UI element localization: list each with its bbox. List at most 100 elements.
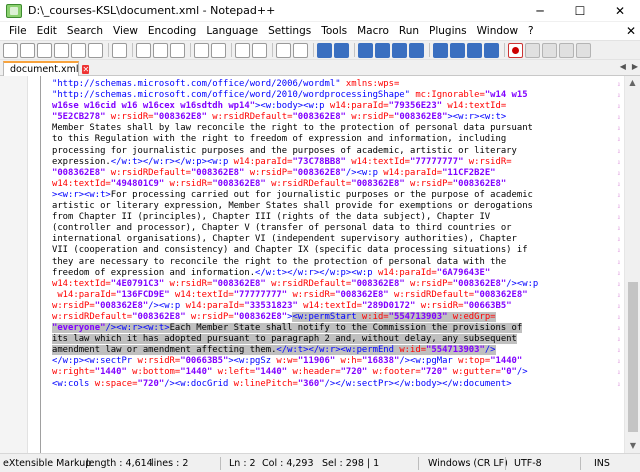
scrollbar-thumb[interactable] bbox=[628, 282, 638, 432]
tab-close-icon[interactable]: ✕ bbox=[82, 65, 90, 74]
close-all-icon[interactable] bbox=[88, 42, 103, 58]
code-line[interactable]: ><w:r><w:t>For processing carried out fo… bbox=[52, 190, 617, 201]
code-line[interactable]: expression.</w:t></w:r></w:p><w:p w14:pa… bbox=[52, 157, 617, 168]
folder-workspace-icon[interactable] bbox=[467, 42, 482, 58]
sync-h-icon[interactable] bbox=[334, 42, 349, 58]
paste-icon[interactable] bbox=[170, 42, 185, 58]
undo-icon[interactable] bbox=[194, 42, 209, 58]
code-line[interactable]: VII (cooperation and consistency) and Ch… bbox=[52, 245, 617, 256]
find-icon[interactable] bbox=[235, 42, 250, 58]
code-line[interactable]: "http://schemas.microsoft.com/office/wor… bbox=[52, 79, 617, 90]
code-token: w14:paraId= bbox=[180, 300, 245, 311]
sync-v-icon[interactable] bbox=[317, 42, 332, 58]
menu-view[interactable]: View bbox=[108, 22, 143, 40]
wrap-marker-icon: ⇩ bbox=[617, 358, 621, 366]
menu-help[interactable]: ? bbox=[523, 22, 539, 40]
open-file-icon[interactable] bbox=[20, 42, 35, 58]
code-line[interactable]: w:rsidP="008362E8"/><w:p w14:paraId="335… bbox=[52, 301, 617, 312]
code-line[interactable]: </w:p><w:sectPr w:rsidR="00663B5"><w:pgS… bbox=[52, 356, 617, 367]
code-line[interactable]: freedom of expression and information.</… bbox=[52, 268, 617, 279]
code-token: w:rsidR= bbox=[132, 356, 181, 367]
copy-icon[interactable] bbox=[153, 42, 168, 58]
vertical-scrollbar[interactable]: ▲ ▼ bbox=[624, 76, 640, 453]
wrap-icon[interactable] bbox=[358, 42, 373, 58]
code-line[interactable]: w14:textId="494801C9" w:rsidR="008362E8"… bbox=[52, 179, 617, 190]
menu-window[interactable]: Window bbox=[472, 22, 523, 40]
doc-map-icon[interactable] bbox=[433, 42, 448, 58]
indent-guide-icon[interactable] bbox=[392, 42, 407, 58]
menu-edit[interactable]: Edit bbox=[32, 22, 62, 40]
code-line[interactable]: "everyone"/><w:r><w:t>Each Member State … bbox=[52, 323, 617, 334]
close-icon[interactable] bbox=[71, 42, 86, 58]
save-icon[interactable] bbox=[37, 42, 52, 58]
function-list-icon[interactable] bbox=[450, 42, 465, 58]
cut-icon[interactable] bbox=[136, 42, 151, 58]
chevron-left-icon[interactable]: ◀ bbox=[620, 62, 626, 71]
redo-icon[interactable] bbox=[211, 42, 226, 58]
code-token: w14:textId= bbox=[442, 101, 507, 112]
code-line[interactable]: its law which it has adopted pursuant to… bbox=[52, 334, 617, 345]
toolbar-separator bbox=[190, 43, 191, 57]
minimize-button[interactable]: ─ bbox=[520, 0, 560, 22]
menu-language[interactable]: Language bbox=[201, 22, 263, 40]
play-macro-icon[interactable] bbox=[542, 42, 557, 58]
code-token: w14:paraId= bbox=[228, 156, 293, 167]
code-line[interactable]: w:right="1440" w:bottom="1440" w:left="1… bbox=[52, 367, 617, 378]
new-file-icon[interactable] bbox=[3, 42, 18, 58]
close-document-button[interactable]: ✕ bbox=[626, 22, 636, 40]
scroll-up-icon[interactable]: ▲ bbox=[625, 76, 640, 90]
code-line[interactable]: w:rsidRDefault="008362E8" w:rsidP="00836… bbox=[52, 311, 617, 323]
monitor-icon[interactable] bbox=[484, 42, 499, 58]
code-token: "008362E8" bbox=[153, 112, 207, 123]
all-chars-icon[interactable] bbox=[375, 42, 390, 58]
code-line[interactable]: w16se w16cid w16 w16cex w16sdtdh wp14"><… bbox=[52, 101, 617, 112]
save-all-icon[interactable] bbox=[54, 42, 69, 58]
code-line[interactable]: to this Regulation with the right to fre… bbox=[52, 134, 617, 145]
save-macro-icon[interactable] bbox=[576, 42, 591, 58]
play-multiple-icon[interactable] bbox=[559, 42, 574, 58]
menu-search[interactable]: Search bbox=[62, 22, 108, 40]
code-line[interactable]: "008362E8" w:rsidRDefault="008362E8" w:r… bbox=[52, 168, 617, 179]
stop-record-icon[interactable] bbox=[525, 42, 540, 58]
print-icon[interactable] bbox=[112, 42, 127, 58]
code-line[interactable]: from Chapter II (principles), Chapter II… bbox=[52, 212, 617, 223]
scroll-down-icon[interactable]: ▼ bbox=[625, 439, 640, 453]
menu-run[interactable]: Run bbox=[394, 22, 424, 40]
code-line[interactable]: artistic or literary expression, Member … bbox=[52, 201, 617, 212]
status-col: Col : 4,293 bbox=[262, 458, 314, 469]
code-line[interactable]: international organisations), Chapter VI… bbox=[52, 234, 617, 245]
code-line[interactable]: "http://schemas.microsoft.com/office/wor… bbox=[52, 90, 617, 101]
code-line[interactable]: processing for journalistic purposes and… bbox=[52, 146, 617, 157]
menu-file[interactable]: File bbox=[4, 22, 32, 40]
menu-plugins[interactable]: Plugins bbox=[424, 22, 472, 40]
code-text[interactable]: "http://schemas.microsoft.com/office/wor… bbox=[52, 79, 617, 390]
menu-encoding[interactable]: Encoding bbox=[143, 22, 201, 40]
code-line[interactable]: "5E2CB278" w:rsidR="008362E8" w:rsidRDef… bbox=[52, 112, 617, 123]
tab-document-xml[interactable]: document.xml ✕ bbox=[3, 61, 90, 76]
code-line[interactable]: amendment law or amendment affecting the… bbox=[52, 345, 617, 356]
code-line[interactable]: <w:cols w:space="720"/><w:docGrid w:line… bbox=[52, 379, 617, 390]
code-token: "1440" bbox=[255, 367, 288, 378]
wrap-marker-icon: ⇩ bbox=[617, 369, 621, 377]
code-line[interactable]: (controller and processor), Chapter V (t… bbox=[52, 223, 617, 234]
code-line[interactable]: Member States shall by law reconcile the… bbox=[52, 123, 617, 134]
close-window-button[interactable]: ✕ bbox=[600, 0, 640, 22]
code-line[interactable]: they are necessary to reconcile the righ… bbox=[52, 257, 617, 268]
menu-settings[interactable]: Settings bbox=[263, 22, 316, 40]
editor-area[interactable]: "http://schemas.microsoft.com/office/wor… bbox=[0, 76, 640, 453]
menu-macro[interactable]: Macro bbox=[352, 22, 394, 40]
maximize-button[interactable]: ☐ bbox=[560, 0, 600, 22]
code-token: "1440" bbox=[490, 356, 523, 367]
chevron-right-icon[interactable]: ▶ bbox=[632, 62, 638, 71]
record-macro-icon[interactable] bbox=[508, 42, 523, 58]
code-line[interactable]: w14:paraId="136FCD9E" w14:textId="777777… bbox=[52, 290, 617, 301]
udl-icon[interactable] bbox=[409, 42, 424, 58]
zoom-out-icon[interactable] bbox=[293, 42, 308, 58]
code-token: processing for journalistic purposes and… bbox=[52, 145, 517, 156]
replace-icon[interactable] bbox=[252, 42, 267, 58]
tab-scroll-arrows[interactable]: ◀ ▶ bbox=[620, 62, 638, 71]
code-token: w:rsidRDefault= bbox=[388, 289, 475, 300]
zoom-in-icon[interactable] bbox=[276, 42, 291, 58]
menu-tools[interactable]: Tools bbox=[316, 22, 352, 40]
code-line[interactable]: w14:textId="4E0791C3" w:rsidR="008362E8"… bbox=[52, 279, 617, 290]
